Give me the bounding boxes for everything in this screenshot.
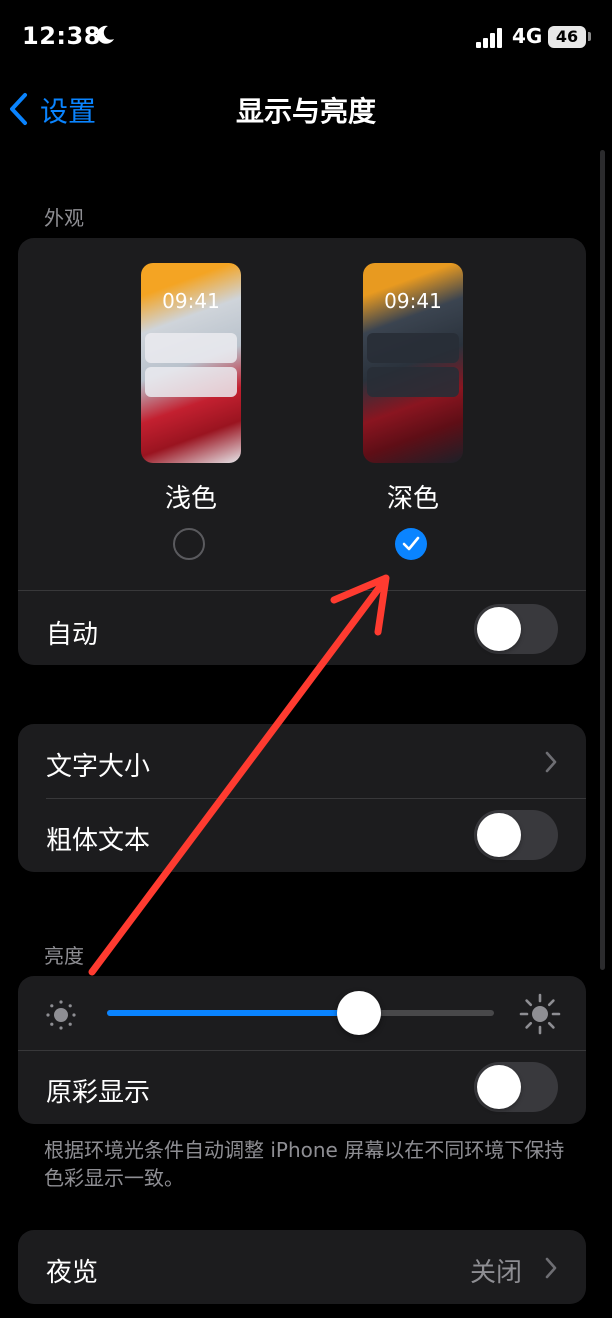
preview-time: 09:41 xyxy=(162,289,220,313)
true-tone-toggle[interactable] xyxy=(474,1062,558,1112)
light-mode-radio[interactable] xyxy=(173,528,205,560)
brightness-slider-fill xyxy=(107,1010,359,1016)
sun-small-icon xyxy=(46,1000,76,1030)
back-chevron-icon[interactable] xyxy=(6,92,30,126)
sun-large-icon xyxy=(519,993,561,1035)
dark-mode-label[interactable]: 深色 xyxy=(353,478,473,515)
auto-toggle[interactable] xyxy=(474,604,558,654)
text-size-label[interactable]: 文字大小 xyxy=(46,746,150,783)
divider xyxy=(18,590,586,591)
text-card: 文字大小 粗体文本 xyxy=(18,724,586,872)
preview-notification xyxy=(145,367,237,397)
divider xyxy=(46,798,586,799)
night-shift-row[interactable]: 夜览 关闭 xyxy=(18,1230,586,1304)
back-button[interactable]: 设置 xyxy=(40,90,96,130)
moon-icon xyxy=(97,25,114,44)
toggle-knob xyxy=(477,1065,521,1109)
auto-label: 自动 xyxy=(46,620,99,650)
true-tone-label: 原彩显示 xyxy=(46,1078,151,1108)
chevron-right-icon[interactable] xyxy=(544,751,558,773)
dark-mode-preview[interactable]: 09:41 xyxy=(363,263,463,463)
battery-indicator: 46 xyxy=(548,26,586,48)
status-time: 12:38 xyxy=(22,22,101,50)
brightness-slider-thumb[interactable] xyxy=(336,991,381,1035)
toggle-knob xyxy=(477,607,521,651)
preview-notification xyxy=(367,333,459,363)
bold-text-label: 粗体文本 xyxy=(46,826,151,856)
night-shift-value: 关闭 xyxy=(470,1258,523,1288)
brightness-card: 原彩显示 xyxy=(18,976,586,1124)
bold-text-toggle[interactable] xyxy=(474,810,558,860)
true-tone-footnote: 根据环境光条件自动调整 iPhone 屏幕以在不同环境下保持色彩显示一致。 xyxy=(44,1138,565,1190)
appearance-section-label: 外观 xyxy=(44,206,84,230)
appearance-card: 09:41 09:41 浅色 深色 自动 xyxy=(18,238,586,665)
chevron-right-icon[interactable] xyxy=(544,1257,558,1279)
battery-nub xyxy=(588,32,591,41)
scrollbar[interactable] xyxy=(600,150,605,970)
network-type: 4G xyxy=(512,24,543,48)
preview-time: 09:41 xyxy=(384,289,442,313)
signal-icon xyxy=(476,28,502,48)
brightness-section-label: 亮度 xyxy=(44,944,84,968)
check-icon xyxy=(402,536,420,551)
brightness-slider[interactable] xyxy=(107,1010,494,1016)
night-shift-label: 夜览 xyxy=(46,1258,99,1288)
light-mode-preview[interactable]: 09:41 xyxy=(141,263,241,463)
preview-notification xyxy=(367,367,459,397)
toggle-knob xyxy=(477,813,521,857)
divider xyxy=(18,1050,586,1051)
dark-mode-radio[interactable] xyxy=(395,528,427,560)
light-mode-label[interactable]: 浅色 xyxy=(131,478,251,515)
preview-notification xyxy=(145,333,237,363)
